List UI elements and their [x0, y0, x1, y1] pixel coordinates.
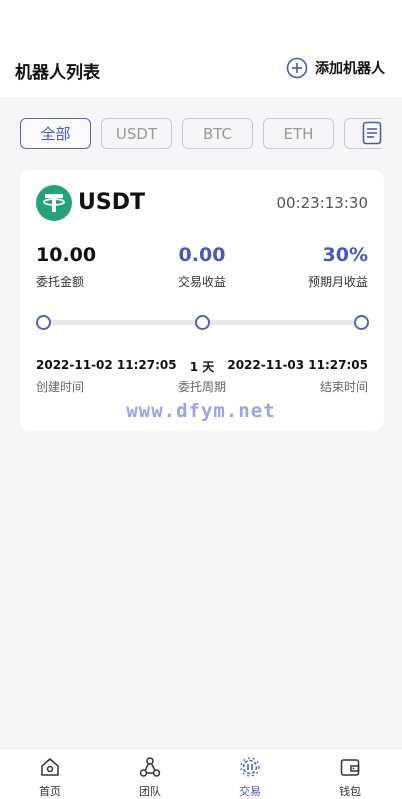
filter-tab-usdt[interactable]: USDT: [101, 118, 172, 149]
list-menu-icon[interactable]: [362, 121, 382, 145]
tab-home[interactable]: 首页: [0, 749, 100, 799]
tab-wallet-label: 钱包: [339, 785, 361, 798]
countdown-timer: 00:23:13:30: [276, 194, 368, 212]
tab-trade[interactable]: 交易: [200, 749, 300, 799]
coin-name: USDT: [78, 190, 145, 215]
add-robot-button[interactable]: 添加机器人: [286, 57, 385, 79]
plus-circle-icon: [286, 57, 308, 79]
tether-logo-icon: [36, 185, 72, 221]
tab-trade-label: 交易: [239, 785, 261, 798]
robot-card[interactable]: USDT 00:23:13:30 10.00 委托金额 0.00 交易收益 30…: [20, 170, 384, 431]
progress-end-dot: [354, 315, 369, 330]
tab-team[interactable]: 团队: [100, 749, 200, 799]
progress-start-dot: [36, 315, 51, 330]
filter-tab-btc[interactable]: BTC: [182, 118, 253, 149]
monthly-return-label: 预期月收益: [307, 275, 368, 289]
end-time-label: 结束时间: [319, 380, 368, 394]
home-icon: [41, 758, 59, 776]
bottom-tab-bar: 首页 团队 交易 钱包: [0, 748, 402, 799]
team-icon: [139, 757, 161, 777]
monthly-return-value: 30%: [322, 244, 368, 266]
trade-icon: [240, 757, 260, 777]
progress-mid-dot: [195, 315, 210, 330]
coin-filter-tabs: 全部 USDT BTC ETH: [20, 118, 382, 150]
filter-tab-all[interactable]: 全部: [20, 118, 91, 149]
header: 机器人列表 添加机器人: [0, 0, 402, 97]
add-robot-label: 添加机器人: [315, 61, 385, 77]
tab-team-label: 团队: [139, 785, 161, 798]
tab-wallet[interactable]: 钱包: [300, 749, 400, 799]
page-title: 机器人列表: [15, 63, 100, 83]
wallet-icon: [340, 759, 360, 776]
watermark: www.dfym.net: [126, 400, 276, 422]
tab-home-label: 首页: [39, 785, 61, 798]
filter-tab-eth[interactable]: ETH: [263, 118, 334, 149]
end-time-value: 2022-11-03 11:27:05: [227, 358, 368, 372]
